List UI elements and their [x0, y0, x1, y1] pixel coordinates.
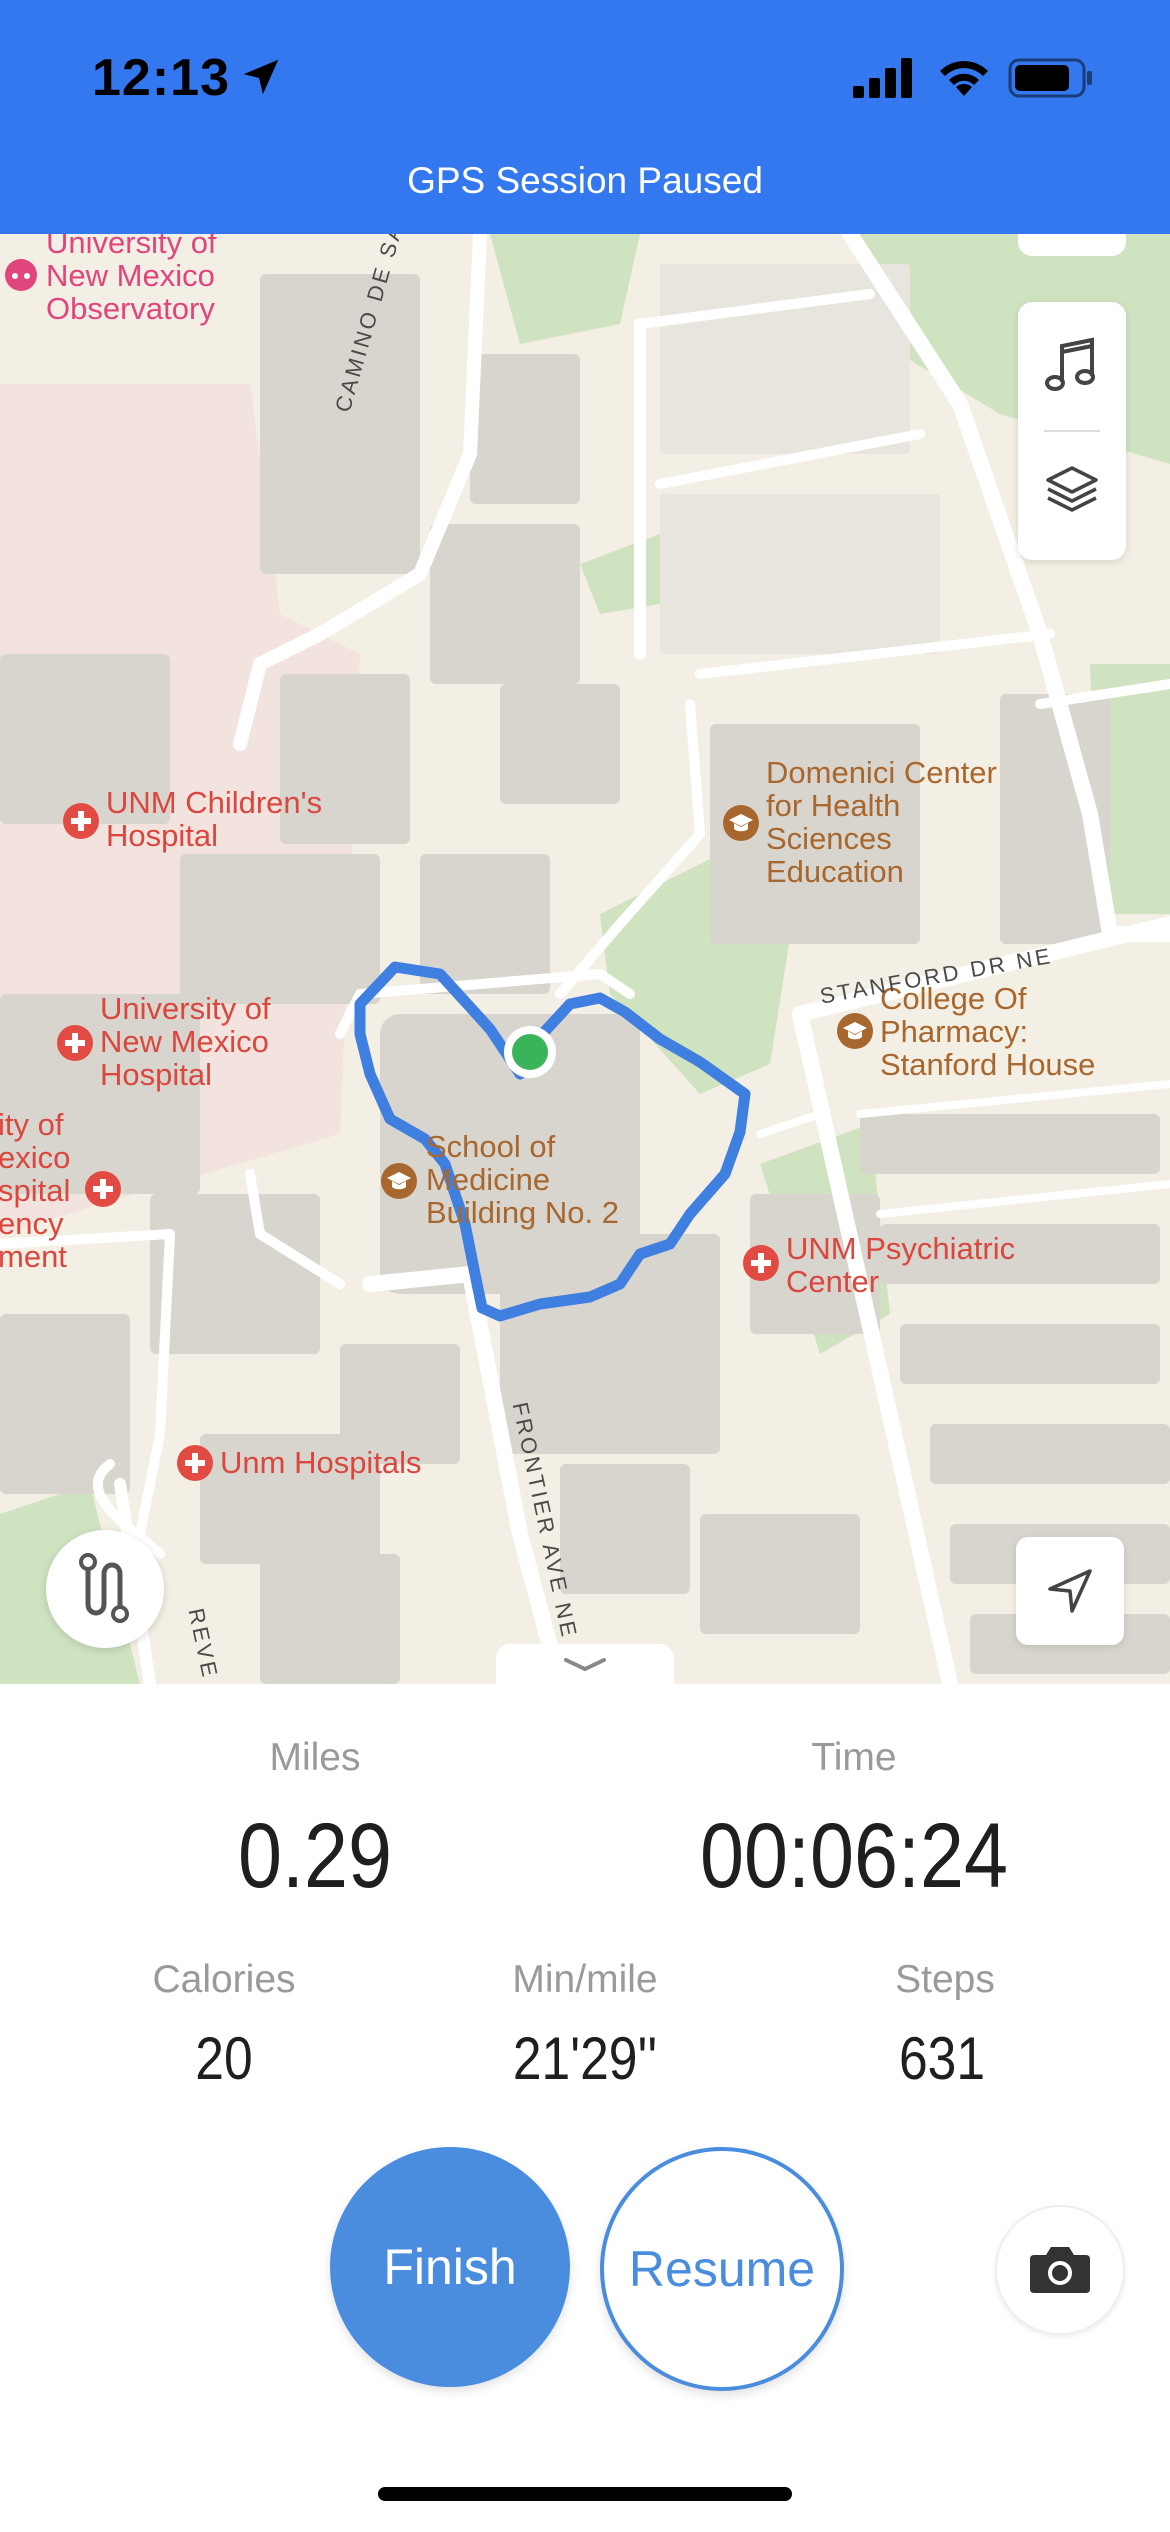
observatory-icon — [5, 259, 37, 291]
controls-divider — [1044, 430, 1100, 432]
poi-line: ment — [0, 1239, 67, 1274]
stats-panel: Miles 0.29 Time 00:06:24 Calories 20 Min… — [0, 1684, 1170, 2532]
camera-button[interactable] — [995, 2205, 1125, 2335]
cellular-signal-icon — [853, 58, 912, 98]
time-label: Time — [811, 1736, 897, 1779]
status-time: 12:13 — [92, 49, 230, 107]
route-icon — [79, 1553, 129, 1623]
map-control-top-edge — [1018, 234, 1126, 256]
hospital-icon — [177, 1445, 213, 1481]
poi-line: exico — [0, 1140, 71, 1175]
session-status-title: GPS Session Paused — [407, 160, 763, 201]
poi-line: ency — [0, 1206, 64, 1241]
poi-line: Education — [766, 854, 904, 889]
recenter-button[interactable] — [1016, 1537, 1124, 1645]
poi-line: Unm Hospitals — [220, 1445, 422, 1480]
pace-label: Min/mile — [512, 1958, 658, 2001]
steps-value: 631 — [898, 2025, 986, 2092]
poi-line: Medicine — [426, 1162, 551, 1197]
poi-line: New Mexico — [100, 1024, 269, 1059]
school-icon — [837, 1013, 873, 1049]
poi-line: New Mexico — [46, 258, 215, 293]
pace-value: 21'29'' — [512, 2025, 658, 2092]
steps-label: Steps — [895, 1958, 995, 2001]
poi-line: Stanford House — [880, 1047, 1096, 1082]
time-value: 00:06:24 — [700, 1805, 1008, 1907]
resume-button[interactable]: Resume — [600, 2147, 844, 2391]
layers-icon[interactable] — [1044, 462, 1100, 518]
poi-line: Center — [786, 1264, 880, 1299]
map-view[interactable]: University of New Mexico Observatory UNM… — [0, 234, 1170, 1684]
hospital-icon — [85, 1171, 121, 1207]
hospital-icon — [63, 803, 99, 839]
poi-line: Building No. 2 — [426, 1195, 620, 1230]
hospital-icon — [743, 1245, 779, 1281]
miles-label: Miles — [269, 1736, 361, 1779]
music-icon[interactable] — [1044, 336, 1100, 396]
poi-line: University of — [46, 234, 217, 260]
poi-line: School of — [426, 1129, 556, 1164]
poi-line: Observatory — [46, 291, 215, 326]
school-icon — [381, 1163, 417, 1199]
status-bar: 12:13 — [0, 0, 1170, 150]
camera-icon — [1030, 2247, 1090, 2293]
route-toggle-button[interactable] — [46, 1530, 164, 1648]
collapse-handle[interactable] — [496, 1644, 674, 1684]
calories-label: Calories — [152, 1958, 296, 2001]
home-indicator — [378, 2487, 792, 2501]
poi-line: ity of — [0, 1107, 64, 1142]
battery-icon — [1008, 58, 1092, 98]
header-bar: 12:13 GPS Session Paused — [0, 0, 1170, 234]
map-controls — [1018, 302, 1126, 560]
location-arrow-icon — [243, 59, 279, 95]
poi-line: for Health — [766, 788, 901, 823]
chevron-down-icon — [564, 1658, 606, 1672]
hospital-icon — [57, 1025, 93, 1061]
poi-line: UNM Psychiatric — [786, 1231, 1016, 1266]
poi-line: Sciences — [766, 821, 892, 856]
finish-button[interactable]: Finish — [330, 2147, 570, 2387]
poi-line: spital — [0, 1173, 71, 1208]
wifi-icon — [940, 61, 988, 96]
school-icon — [723, 805, 759, 841]
navigate-icon — [1048, 1569, 1092, 1613]
poi-line: Hospital — [106, 818, 218, 853]
calories-value: 20 — [195, 2025, 253, 2092]
poi-line: University of — [100, 991, 271, 1026]
poi-line: Pharmacy: — [880, 1014, 1029, 1049]
miles-value: 0.29 — [238, 1805, 392, 1907]
poi-line: Domenici Center — [766, 755, 997, 790]
poi-line: Hospital — [100, 1057, 212, 1092]
poi-line: UNM Children's — [106, 785, 323, 820]
